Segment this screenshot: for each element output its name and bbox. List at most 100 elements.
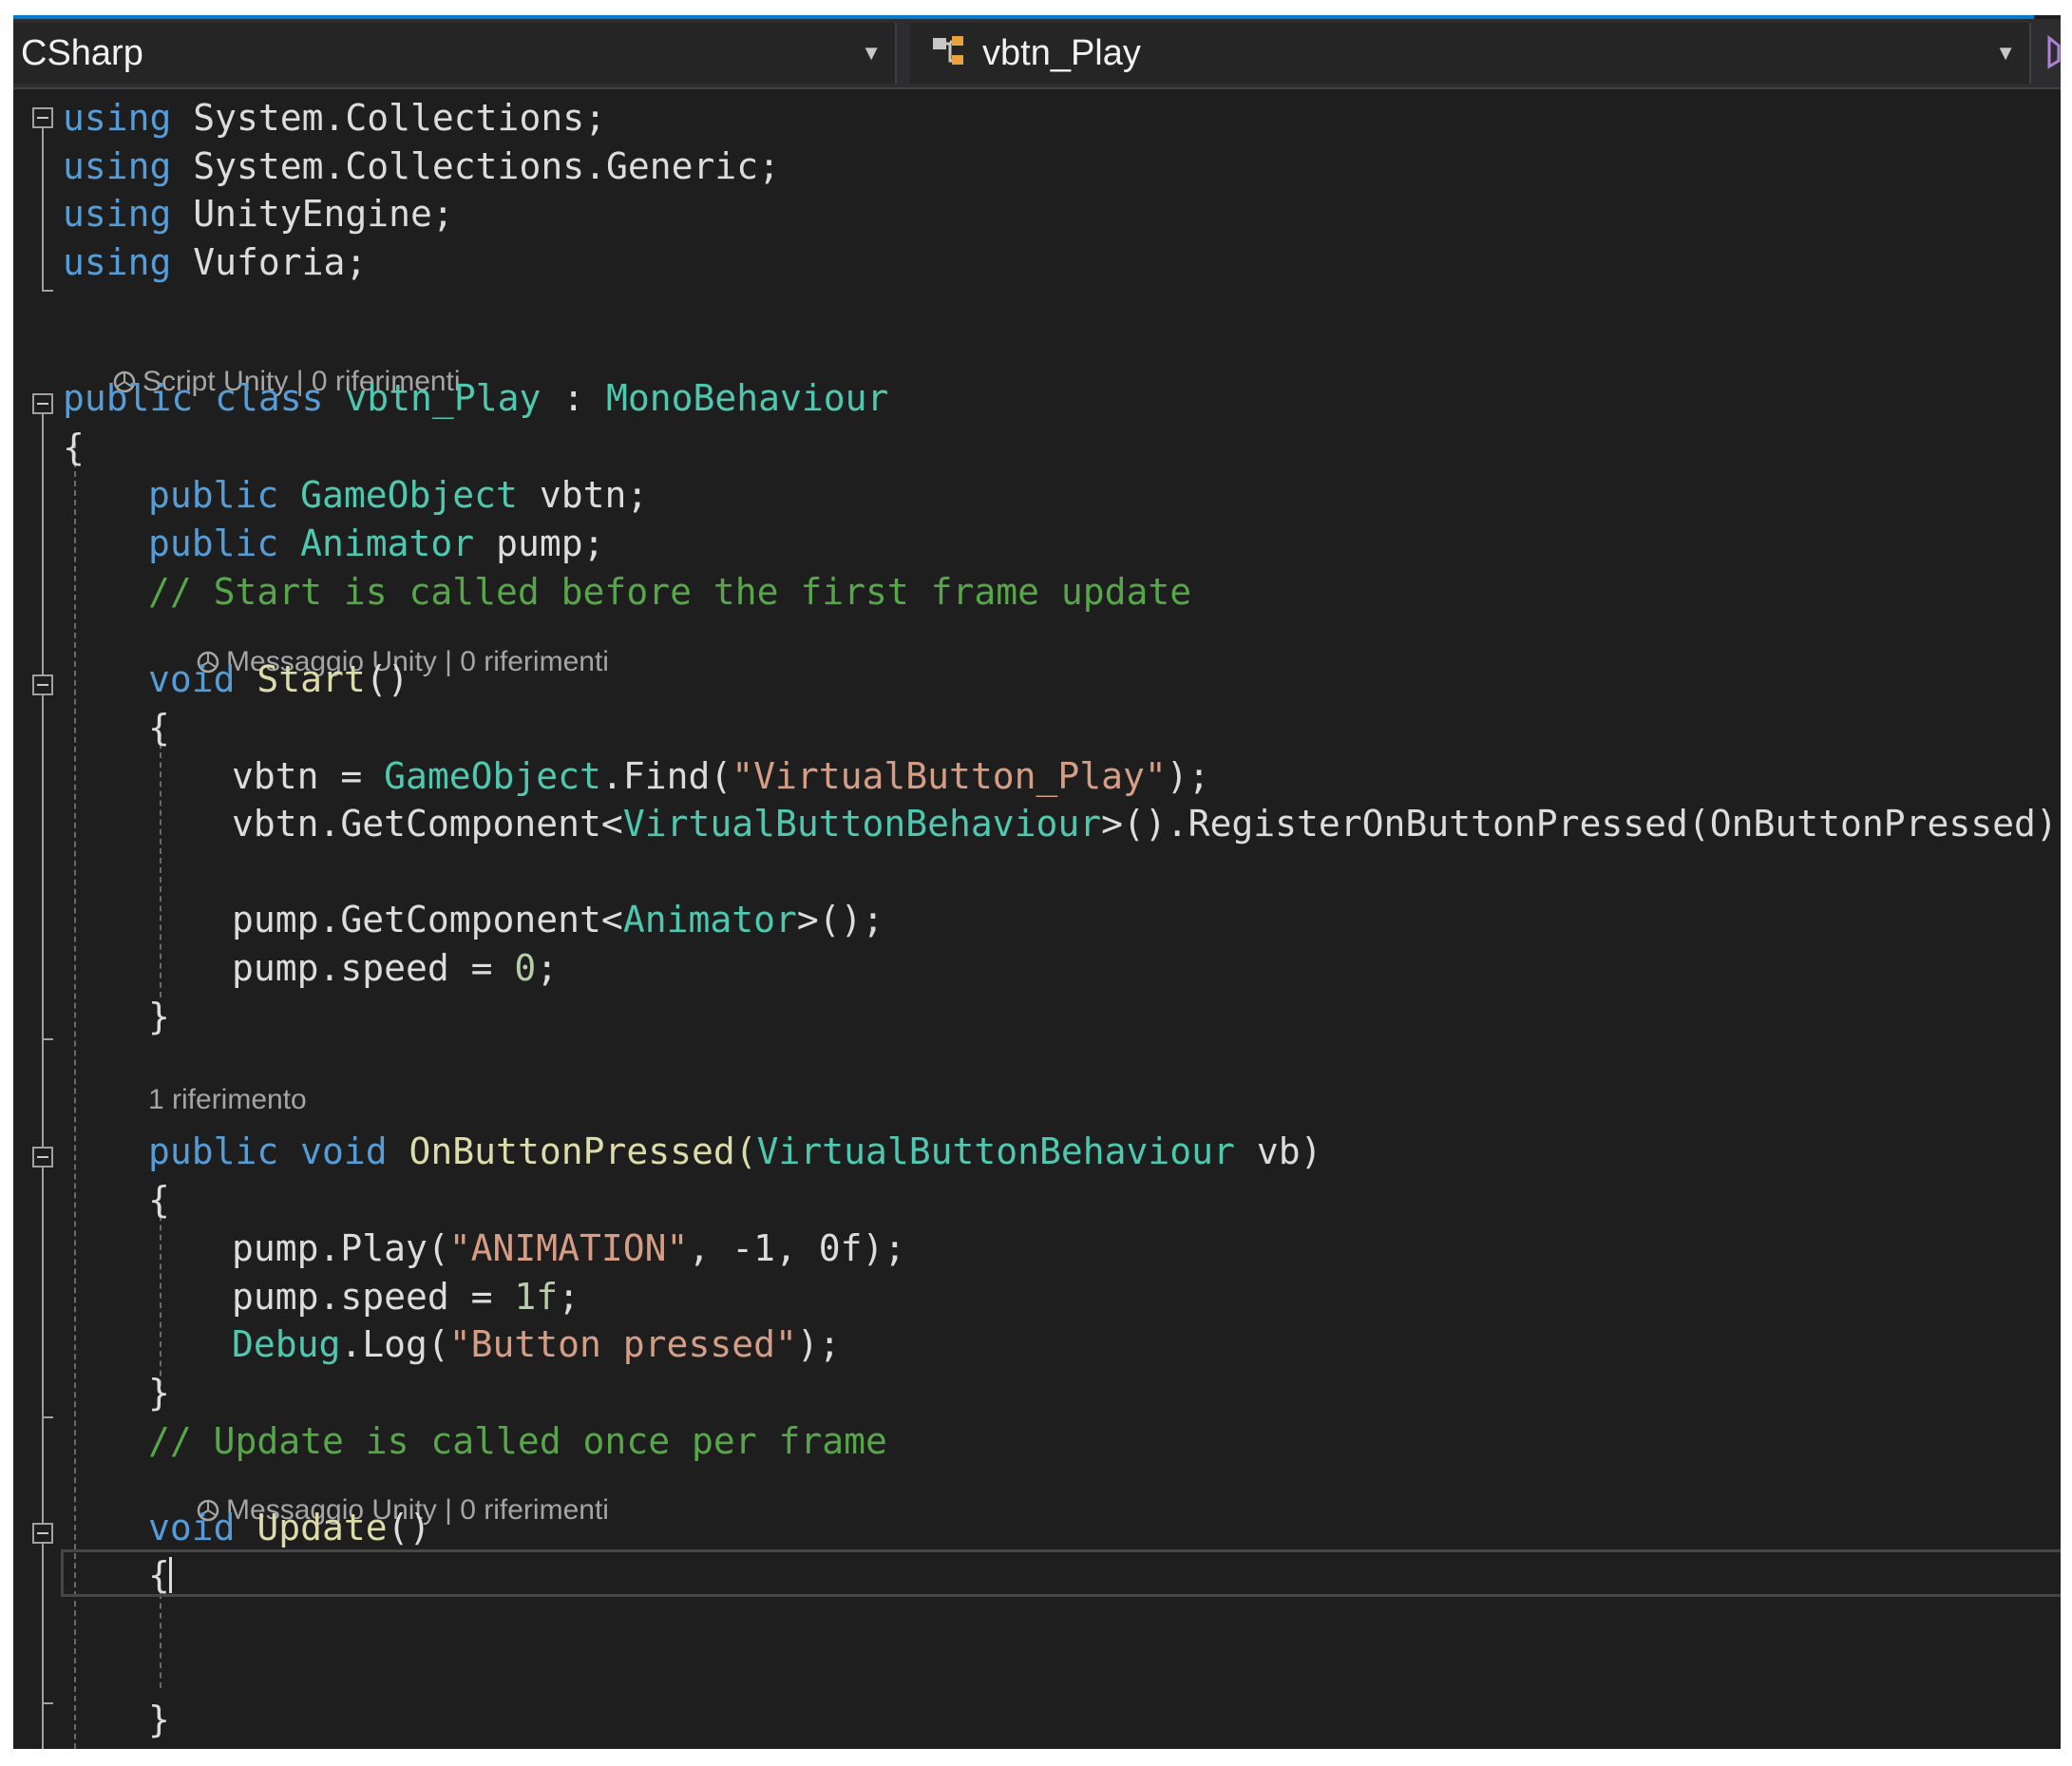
method-name: Start xyxy=(235,658,366,700)
code-line[interactable]: public Animator pump; xyxy=(148,520,604,567)
keyword: using xyxy=(63,241,172,283)
navigation-bar: CSharp ▼ vbtn_Play ▼ xyxy=(13,19,2061,89)
code-line[interactable]: pump.speed = 1f; xyxy=(232,1273,580,1320)
code-line[interactable]: { xyxy=(63,424,85,471)
text-caret xyxy=(169,1557,172,1593)
type-name: GameObject xyxy=(384,755,601,797)
code-text: ); xyxy=(1166,755,1210,797)
type-name: Animator xyxy=(622,899,797,940)
brace: } xyxy=(148,996,170,1037)
code-editor-window: CSharp ▼ vbtn_Play ▼ using System.Collec… xyxy=(13,15,2061,1749)
project-dropdown-label: CSharp xyxy=(21,33,143,73)
code-line[interactable]: pump.speed = 0; xyxy=(232,944,558,992)
code-text: : xyxy=(541,377,606,419)
project-dropdown[interactable]: CSharp ▼ xyxy=(13,23,897,84)
brace: { xyxy=(148,1179,170,1221)
comment-line[interactable]: // Start is called before the first fram… xyxy=(148,568,1191,616)
code-line[interactable]: using System.Collections; xyxy=(63,94,606,142)
code-text: vb) xyxy=(1234,1130,1322,1172)
code-line[interactable]: using System.Collections.Generic; xyxy=(63,142,780,190)
code-line[interactable]: void Update() xyxy=(148,1504,430,1551)
outline-line xyxy=(42,128,44,292)
indent-guide xyxy=(160,733,162,997)
method-name: Update xyxy=(235,1507,388,1548)
code-line[interactable]: vbtn.GetComponent<VirtualButtonBehaviour… xyxy=(232,800,2061,847)
chevron-down-icon[interactable]: ▼ xyxy=(1995,23,2016,84)
keyword: public class xyxy=(63,377,324,419)
brace: { xyxy=(148,1554,170,1596)
keyword: void xyxy=(148,658,236,700)
brace: { xyxy=(148,707,170,749)
keyword: using xyxy=(63,193,172,235)
code-line[interactable]: public void OnButtonPressed(VirtualButto… xyxy=(148,1128,1321,1175)
code-line[interactable]: { xyxy=(148,1176,170,1224)
number-literal: 1f xyxy=(514,1276,559,1318)
type-name: GameObject xyxy=(278,474,518,516)
brace: { xyxy=(63,427,85,468)
code-text: .Find( xyxy=(600,755,732,797)
fold-toggle[interactable] xyxy=(32,107,53,128)
chevron-down-icon[interactable]: ▼ xyxy=(861,23,882,84)
class-dropdown[interactable]: vbtn_Play ▼ xyxy=(910,23,2031,84)
code-text: , -1, 0f); xyxy=(688,1227,906,1269)
code-line[interactable]: pump.Play("ANIMATION", -1, 0f); xyxy=(232,1225,905,1272)
code-text: >().RegisterOnButtonPressed(OnButtonPres… xyxy=(1101,803,2061,845)
code-text: UnityEngine; xyxy=(171,193,454,235)
code-text: ; xyxy=(558,1276,580,1318)
code-text: pump.Play( xyxy=(232,1227,449,1269)
class-dropdown-label: vbtn_Play xyxy=(982,33,1141,73)
type-name: Debug xyxy=(232,1323,341,1365)
code-line[interactable]: } xyxy=(148,993,170,1040)
outline-cap xyxy=(42,1702,53,1704)
code-text: () xyxy=(365,658,409,700)
keyword: using xyxy=(63,97,172,139)
comment-line[interactable]: // Update is called once per frame xyxy=(148,1417,887,1465)
fold-toggle[interactable] xyxy=(32,1523,53,1544)
code-text: >(); xyxy=(796,899,884,940)
type-name: Animator xyxy=(278,522,475,564)
code-line[interactable]: using UnityEngine; xyxy=(63,190,454,237)
keyword: public xyxy=(148,474,279,516)
fold-toggle[interactable] xyxy=(32,674,53,695)
keyword: using xyxy=(63,145,172,187)
comment: // Start is called before the first fram… xyxy=(148,571,1192,613)
brace: } xyxy=(148,1372,170,1414)
keyword: void xyxy=(148,1507,236,1548)
fold-toggle[interactable] xyxy=(32,1147,53,1168)
code-text: pump; xyxy=(474,522,605,564)
code-line[interactable]: Debug.Log("Button pressed"); xyxy=(232,1320,841,1368)
code-area[interactable]: using System.Collections; using System.C… xyxy=(13,89,2061,1749)
code-text: vbtn = xyxy=(232,755,385,797)
keyword: public void xyxy=(148,1130,388,1172)
indent-guide xyxy=(160,1593,162,1688)
type-name: VirtualButtonBehaviour xyxy=(756,1130,1235,1172)
brace: } xyxy=(63,1747,85,1749)
code-text: pump.speed = xyxy=(232,1276,515,1318)
indent-guide xyxy=(160,1206,162,1396)
fold-toggle[interactable] xyxy=(32,393,53,414)
code-line[interactable]: } xyxy=(63,1744,85,1749)
code-text: pump.GetComponent< xyxy=(232,899,623,940)
code-text: vbtn.GetComponent< xyxy=(232,803,623,845)
code-line[interactable]: public GameObject vbtn; xyxy=(148,471,648,519)
code-text: .Log( xyxy=(340,1323,449,1365)
outline-cap xyxy=(42,290,53,292)
number-literal: 0 xyxy=(514,947,537,989)
code-line[interactable]: } xyxy=(148,1696,170,1743)
code-text: () xyxy=(387,1507,431,1548)
code-line[interactable]: pump.GetComponent<Animator>(); xyxy=(232,896,884,943)
string-literal: "Button pressed" xyxy=(448,1323,797,1365)
class-name: vbtn_Play xyxy=(323,377,542,419)
code-line[interactable]: using Vuforia; xyxy=(63,238,367,286)
codelens-references[interactable]: 1 riferimento xyxy=(148,1083,307,1117)
code-line[interactable]: } xyxy=(148,1369,170,1416)
code-text: System.Collections; xyxy=(171,97,606,139)
code-line[interactable]: public class vbtn_Play : MonoBehaviour xyxy=(63,374,888,422)
code-line-current[interactable]: { xyxy=(148,1551,170,1599)
code-line[interactable]: vbtn = GameObject.Find("VirtualButton_Pl… xyxy=(232,752,1210,800)
keyword: public xyxy=(148,522,279,564)
code-line[interactable]: void Start() xyxy=(148,655,409,703)
code-line[interactable]: { xyxy=(148,704,170,751)
code-text: System.Collections.Generic; xyxy=(171,145,780,187)
method-name: OnButtonPressed( xyxy=(387,1130,757,1172)
